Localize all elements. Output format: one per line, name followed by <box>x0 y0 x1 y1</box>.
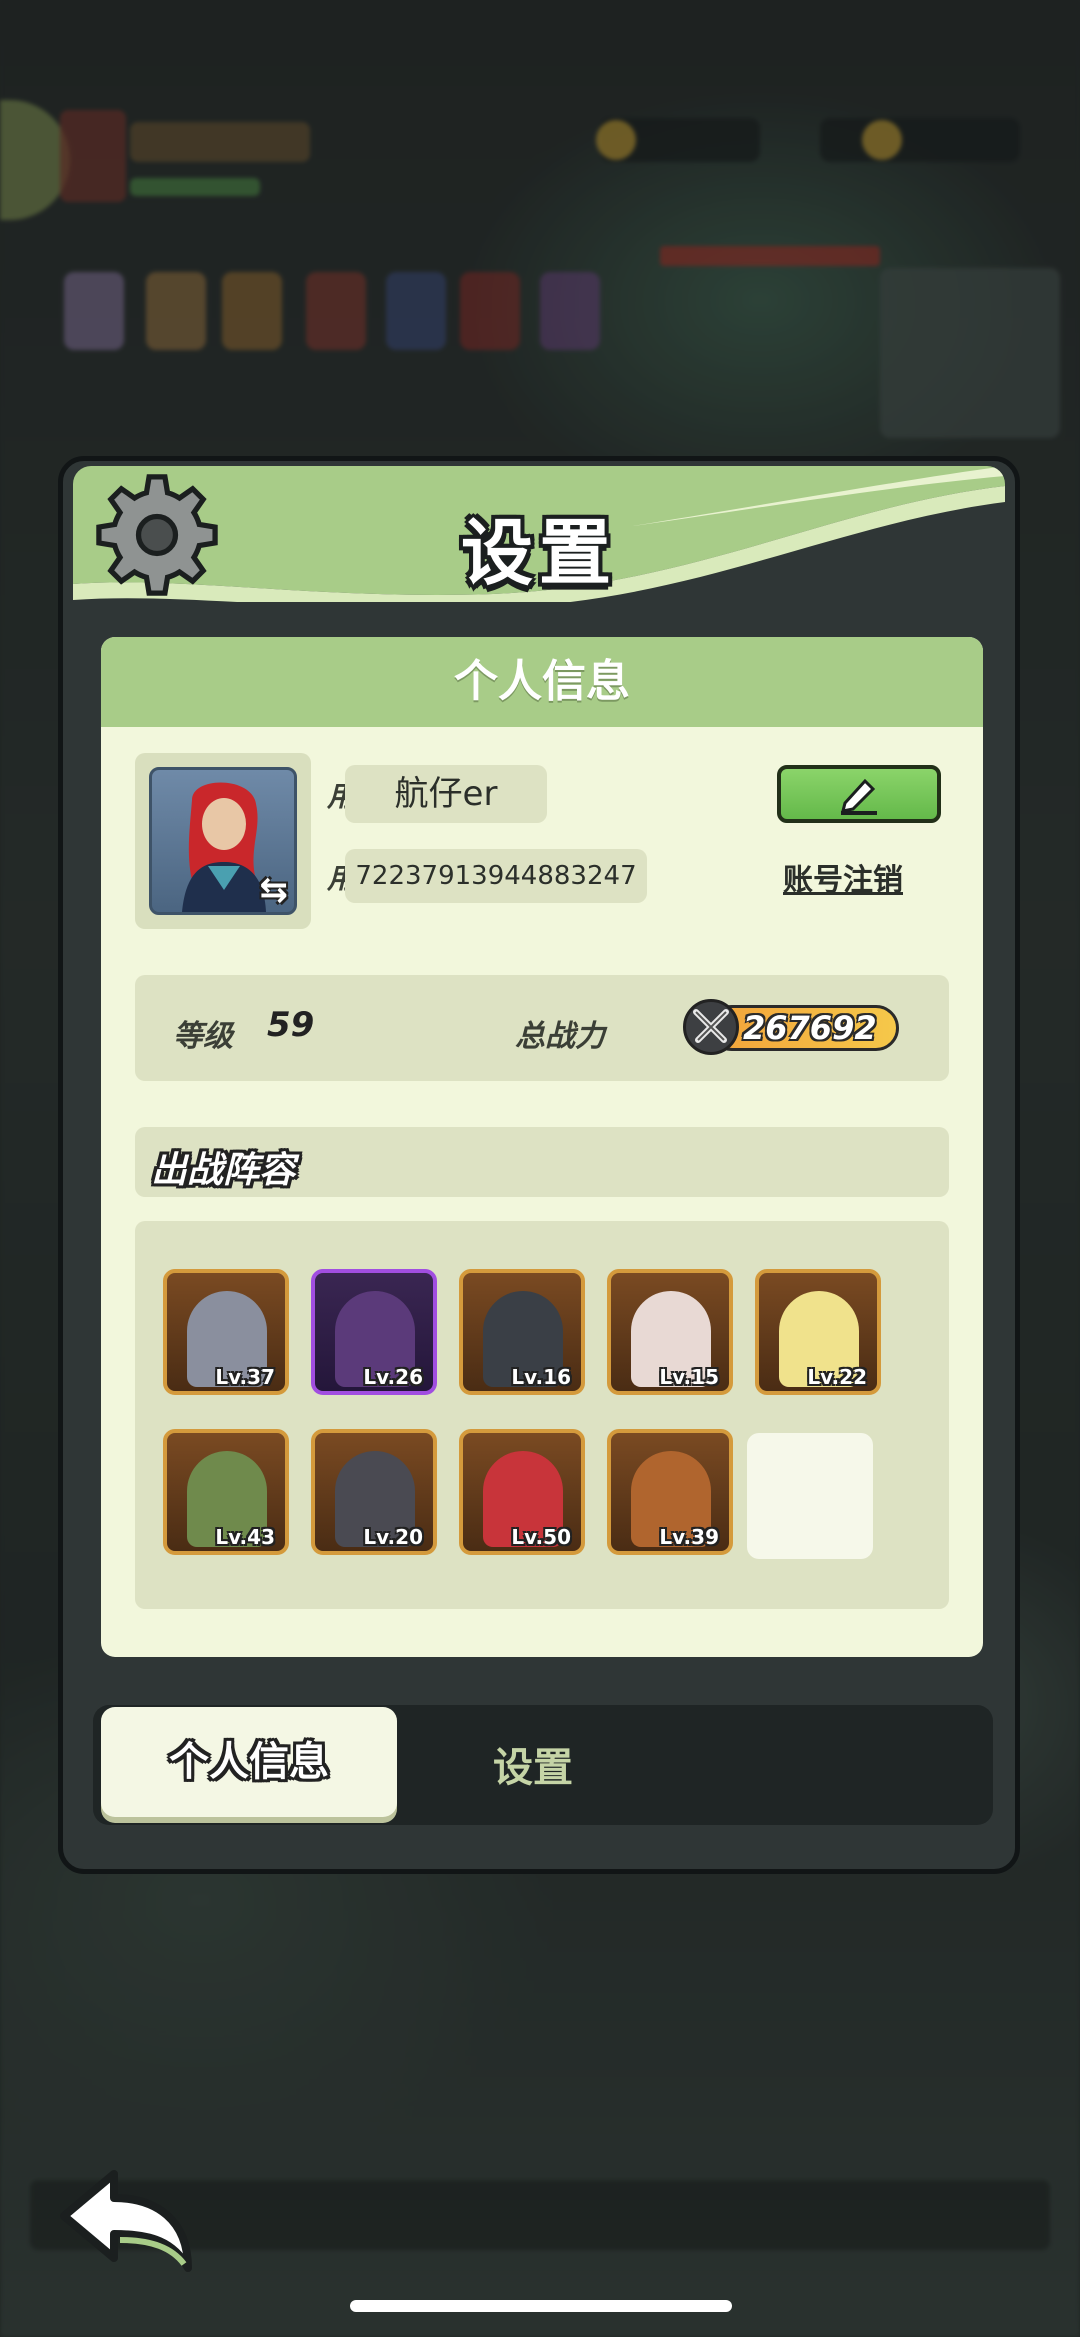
hero-level: Lv.37 <box>215 1365 275 1389</box>
hero-slot[interactable]: Lv.16 <box>459 1269 585 1395</box>
hero-slot[interactable]: Lv.15 <box>607 1269 733 1395</box>
hero-slot[interactable]: Lv.39 <box>607 1429 733 1555</box>
empty-hero-slot[interactable] <box>747 1433 873 1559</box>
power-value: 267692 <box>743 1009 877 1047</box>
avatar-frame[interactable]: ⇆ <box>135 753 311 929</box>
delete-account-link[interactable]: 账号注销 <box>783 855 903 899</box>
hero-level: Lv.26 <box>363 1365 423 1389</box>
hero-slot[interactable]: Lv.50 <box>459 1429 585 1555</box>
lineup-title: 出战阵容 <box>151 1150 296 1191</box>
gear-icon <box>96 474 218 596</box>
profile-card-header: 个人信息 <box>101 637 983 727</box>
settings-panel: 设置 个人信息 ⇆ 用户昵称 航仔er <box>58 456 1020 1874</box>
power-badge: 267692 <box>683 997 913 1057</box>
swap-icon: ⇆ <box>259 870 289 910</box>
hero-slot[interactable]: Lv.37 <box>163 1269 289 1395</box>
lineup-header: 出战阵容 <box>135 1127 949 1197</box>
stats-bar: 等级 59 总战力 267692 <box>135 975 949 1081</box>
home-indicator <box>350 2300 732 2312</box>
hero-slot[interactable]: Lv.20 <box>311 1429 437 1555</box>
profile-card: 个人信息 ⇆ 用户昵称 航仔er 用户 ID 72237913944883247 <box>101 637 983 1657</box>
power-label: 总战力 <box>515 1019 605 1054</box>
hero-level: Lv.43 <box>215 1525 275 1549</box>
hero-level: Lv.22 <box>807 1365 867 1389</box>
back-arrow-icon[interactable] <box>56 2168 196 2278</box>
hero-level: Lv.15 <box>659 1365 719 1389</box>
tab-profile[interactable]: 个人信息 <box>101 1707 397 1817</box>
hero-level: Lv.39 <box>659 1525 719 1549</box>
nickname-field: 航仔er <box>345 765 547 823</box>
hero-slot[interactable]: Lv.26 <box>311 1269 437 1395</box>
lineup-grid: Lv.37 Lv.26 Lv.16 Lv.15 Lv.22 Lv.43 Lv.20 Lv.50… <box>135 1221 949 1609</box>
tab-bar: 个人信息 设置 <box>93 1705 993 1825</box>
level-label: 等级 <box>173 1019 233 1054</box>
tab-settings[interactable]: 设置 <box>493 1735 573 1793</box>
edit-pencil-icon <box>840 778 877 815</box>
level-value: 59 <box>267 1005 315 1045</box>
sword-power-icon <box>683 999 739 1055</box>
hero-slot[interactable]: Lv.22 <box>755 1269 881 1395</box>
hero-level: Lv.16 <box>511 1365 571 1389</box>
hero-level: Lv.20 <box>363 1525 423 1549</box>
uid-field: 72237913944883247 <box>345 849 647 903</box>
hero-level: Lv.50 <box>511 1525 571 1549</box>
avatar[interactable]: ⇆ <box>149 767 297 915</box>
hero-slot[interactable]: Lv.43 <box>163 1429 289 1555</box>
edit-nickname-button[interactable] <box>777 765 941 823</box>
